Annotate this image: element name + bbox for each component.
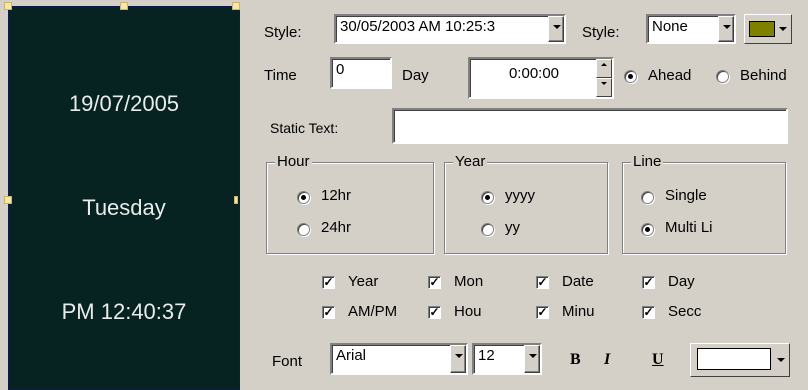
font-size-dropdown[interactable]: 12 [472,343,542,375]
ampm-checkbox[interactable]: ✓ [322,306,335,319]
year-checkbox-label: Year [348,273,379,290]
time-offset-input[interactable]: 0 [330,57,392,89]
ahead-label: Ahead [648,67,692,84]
line-group-title: Line [631,153,664,170]
ampm-checkbox-label: AM/PM [348,303,398,320]
style-dropdown-value: 30/05/2003 AM 10:25:3 [340,18,496,35]
hour-group: Hour 12hr 24hr [266,153,434,254]
border-color-swatch [749,21,775,37]
date-checkbox[interactable]: ✓ [536,276,549,289]
day-offset-spinner[interactable]: 0:00:00 [468,57,614,99]
month-checkbox[interactable]: ✓ [428,276,441,289]
border-color-picker[interactable] [744,14,792,44]
chevron-down-icon [779,27,787,31]
line-single-radio[interactable] [641,191,654,204]
style-label: Style: [264,24,302,41]
font-family-value: Arial [336,347,367,364]
hour-24hr-radio[interactable] [297,223,310,236]
day-checkbox-label: Day [668,273,695,290]
static-text-input[interactable] [392,108,788,144]
style2-label: Style: [582,24,620,41]
font-label: Font [272,353,303,370]
resize-handle-top-right[interactable] [232,2,240,10]
chevron-down-icon[interactable] [548,16,564,42]
year-checkbox[interactable]: ✓ [322,276,335,289]
year-group-title: Year [453,153,488,170]
line-multi-radio[interactable] [641,223,654,236]
font-size-value: 12 [478,347,495,364]
ahead-radio[interactable] [624,70,637,83]
line-group: Line Single Multi Li [622,153,786,254]
chevron-down-icon[interactable] [718,16,734,42]
static-text-label: Static Text: [270,120,339,136]
line-single-label: Single [665,187,707,204]
day-checkbox[interactable]: ✓ [642,276,655,289]
day-offset-value: 0:00:00 [508,65,560,82]
year-yy-label: yy [505,219,520,236]
month-checkbox-label: Mon [454,273,484,290]
behind-label: Behind [740,67,787,84]
year-group: Year yyyy yy [444,153,608,254]
spin-up-icon[interactable] [596,59,612,78]
hour-group-title: Hour [275,153,312,170]
hour-24hr-label: 24hr [321,219,352,236]
bold-button[interactable]: B [570,351,581,369]
second-checkbox[interactable]: ✓ [642,306,655,319]
italic-button[interactable]: I [604,351,610,369]
hour-12hr-label: 12hr [321,187,352,204]
preview-date: 19/07/2005 [68,91,180,116]
chevron-down-icon[interactable] [450,345,466,373]
resize-handle-top[interactable] [120,2,128,10]
day-label: Day [402,67,429,84]
font-color-picker[interactable] [690,343,790,377]
year-yyyy-label: yyyy [505,187,535,204]
chevron-down-icon [777,358,785,362]
preview-day: Tuesday [82,195,166,220]
hour-checkbox[interactable]: ✓ [428,306,441,319]
minute-checkbox-label: Minu [562,303,595,320]
resize-handle-top-left[interactable] [4,2,12,10]
time-offset-value: 0 [336,61,345,78]
preview-time: PM 12:40:37 [61,299,187,324]
chevron-down-icon[interactable] [524,345,540,373]
date-checkbox-label: Date [562,273,594,290]
border-style-value: None [652,18,688,35]
border-style-dropdown[interactable]: None [646,14,736,44]
hour-12hr-radio[interactable] [297,191,310,204]
minute-checkbox[interactable]: ✓ [536,306,549,319]
underline-button[interactable]: U [652,351,664,369]
font-color-swatch [697,348,771,370]
resize-handle-left[interactable] [4,196,12,204]
style-dropdown[interactable]: 30/05/2003 AM 10:25:3 [334,14,566,44]
resize-handle-right[interactable] [234,196,238,204]
time-label: Time [264,67,297,84]
hour-checkbox-label: Hou [454,303,482,320]
font-family-dropdown[interactable]: Arial [330,343,468,375]
year-yy-radio[interactable] [481,223,494,236]
year-yyyy-radio[interactable] [481,191,494,204]
spin-down-icon[interactable] [596,78,612,97]
clock-preview[interactable]: 19/07/2005 Tuesday PM 12:40:37 [8,6,240,390]
line-multi-label: Multi Li [665,219,713,236]
behind-radio[interactable] [716,70,729,83]
second-checkbox-label: Secc [668,303,702,320]
